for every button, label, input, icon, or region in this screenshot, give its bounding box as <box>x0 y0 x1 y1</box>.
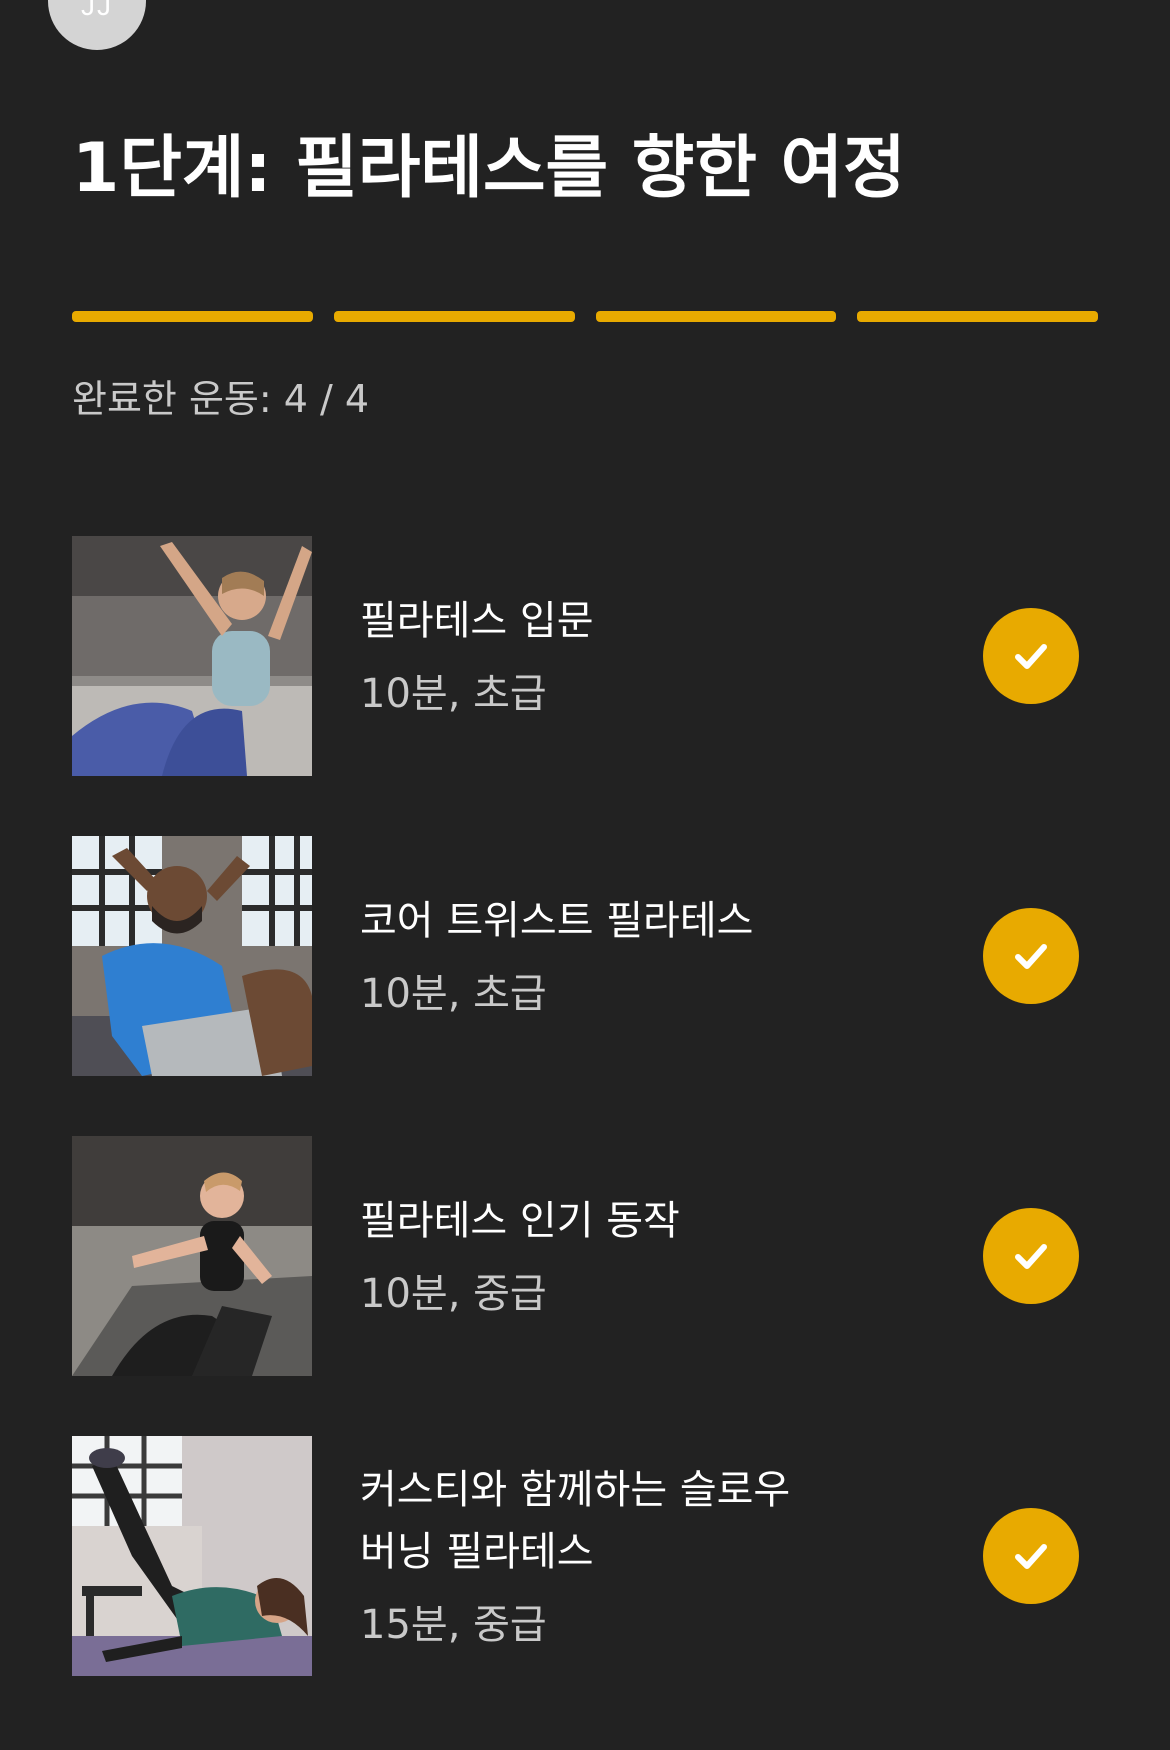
progress-bar <box>72 311 1098 322</box>
workout-title: 필라테스 인기 동작 <box>360 1198 680 1244</box>
progress-segment <box>857 311 1098 322</box>
workout-title: 코어 트위스트 필라테스 <box>360 898 754 944</box>
workout-info: 코어 트위스트 필라테스 10분, 초급 <box>360 836 920 1076</box>
completed-badge <box>983 908 1079 1004</box>
checkmark-icon <box>1015 944 1047 969</box>
workout-thumbnail <box>72 536 312 776</box>
page-title: 1단계: 필라테스를 향한 여정 <box>72 129 906 208</box>
progress-segment <box>72 311 313 322</box>
workout-thumbnail <box>72 836 312 1076</box>
workout-info: 커스티와 함께하는 슬로우 버닝 필라테스 15분, 중급 <box>360 1436 920 1676</box>
completed-badge <box>983 1508 1079 1604</box>
progress-segment <box>595 311 837 322</box>
workout-item[interactable]: 커스티와 함께하는 슬로우 버닝 필라테스 15분, 중급 <box>72 1436 1098 1676</box>
workout-meta: 10분, 초급 <box>360 971 547 1017</box>
checkmark-icon <box>1015 1544 1047 1569</box>
workout-info: 필라테스 인기 동작 10분, 중급 <box>360 1136 920 1376</box>
completed-badge <box>983 1208 1079 1304</box>
workout-thumbnail <box>72 1136 312 1376</box>
completed-count: 완료한 운동: 4 / 4 <box>72 377 370 421</box>
workout-info: 필라테스 입문 10분, 초급 <box>360 536 920 776</box>
workout-title-line-1: 커스티와 함께하는 슬로우 <box>360 1467 791 1513</box>
workout-meta: 10분, 중급 <box>360 1271 547 1317</box>
avatar[interactable]: JJ <box>48 0 146 50</box>
workout-item[interactable]: 필라테스 인기 동작 10분, 중급 <box>72 1136 1098 1376</box>
workout-meta: 10분, 초급 <box>360 671 547 717</box>
workout-item[interactable]: 필라테스 입문 10분, 초급 <box>72 536 1098 776</box>
workout-title: 필라테스 입문 <box>360 598 594 644</box>
avatar-initials: JJ <box>81 0 113 21</box>
checkmark-icon <box>1015 644 1047 669</box>
checkmark-icon <box>1015 1244 1047 1269</box>
workout-meta: 15분, 중급 <box>360 1602 547 1648</box>
workout-thumbnail <box>72 1436 312 1676</box>
progress-segment <box>333 311 575 322</box>
workout-item[interactable]: 코어 트위스트 필라테스 10분, 초급 <box>72 836 1098 1076</box>
workout-title-line-2: 버닝 필라테스 <box>360 1529 594 1575</box>
completed-badge <box>983 608 1079 704</box>
